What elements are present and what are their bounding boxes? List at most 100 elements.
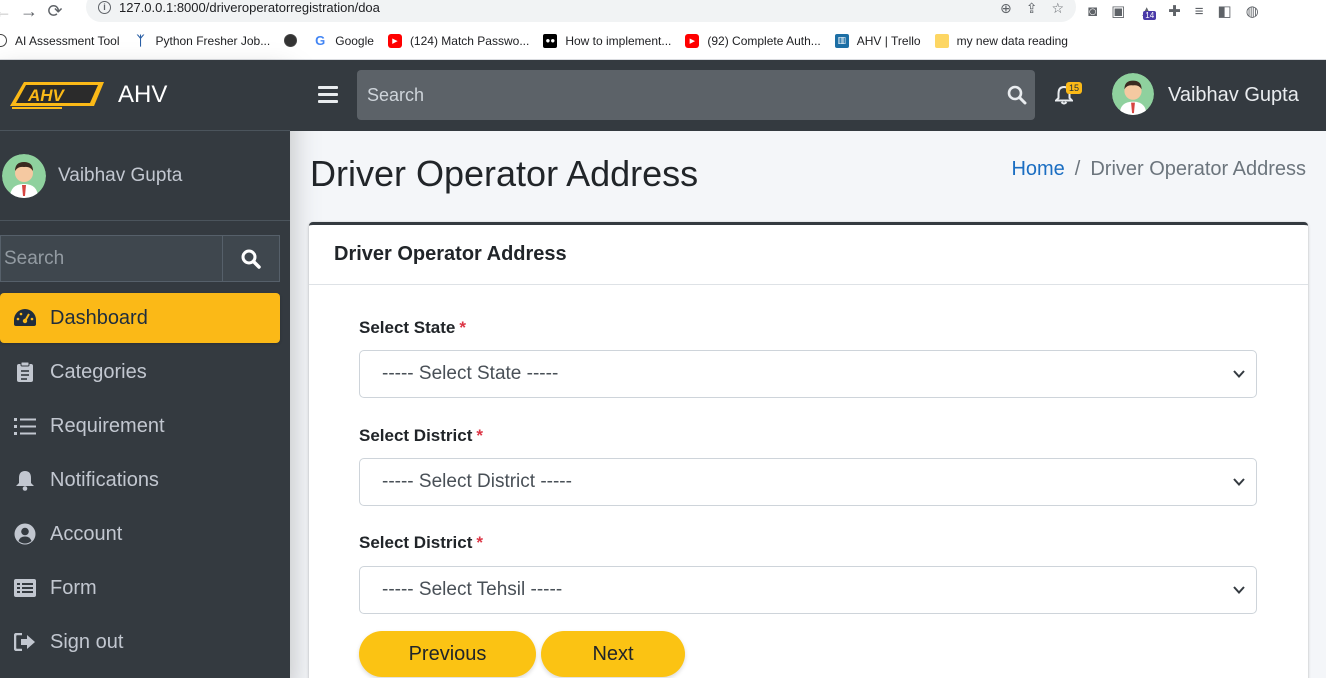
next-button[interactable]: Next bbox=[541, 631, 685, 677]
notification-badge: 15 bbox=[1066, 82, 1083, 94]
youtube-icon: ▶ bbox=[387, 33, 402, 48]
bookmark-label: Google bbox=[335, 33, 374, 48]
breadcrumb: Home / Driver Operator Address bbox=[1011, 158, 1306, 181]
sidebar-item-label: Dashboard bbox=[50, 306, 148, 329]
globe-icon bbox=[0, 34, 7, 47]
media-icon[interactable]: ≡ bbox=[1195, 3, 1204, 20]
bookmark-item[interactable]: my new data reading bbox=[934, 33, 1068, 48]
url-text: 127.0.0.1:8000/driveroperatorregistratio… bbox=[119, 0, 380, 15]
sidebar-item-requirement[interactable]: Requirement bbox=[0, 401, 280, 451]
search-icon[interactable] bbox=[1007, 85, 1027, 105]
bookmark-item[interactable]: ᛉ Python Fresher Job... bbox=[134, 33, 271, 48]
profile-icon[interactable]: ◍ bbox=[1246, 2, 1259, 20]
chevron-down-icon bbox=[1233, 370, 1245, 378]
card-title: Driver Operator Address bbox=[309, 225, 1308, 285]
ahv-logo: AHV bbox=[10, 82, 104, 109]
state-label-text: Select State bbox=[359, 318, 456, 337]
sidebar: AHV AHV Vaibhav Gupta Search Dashboard C… bbox=[0, 60, 290, 678]
medium-icon: ●● bbox=[543, 33, 558, 48]
brand-text: AHV bbox=[118, 81, 168, 108]
sidebar-item-form[interactable]: Form bbox=[0, 563, 280, 613]
navbar-search-input[interactable]: Search bbox=[357, 70, 1035, 120]
python-icon: ᛉ bbox=[136, 33, 145, 48]
brand-link[interactable]: AHV AHV bbox=[0, 60, 290, 131]
list-icon bbox=[12, 414, 38, 438]
sidebar-item-label: Categories bbox=[50, 360, 147, 383]
navbar-search-placeholder: Search bbox=[367, 84, 425, 105]
previous-button[interactable]: Previous bbox=[359, 631, 536, 677]
bookmark-item[interactable]: ▥ AHV | Trello bbox=[834, 33, 921, 48]
state-select-value: ----- Select State ----- bbox=[382, 363, 559, 384]
site-info-icon[interactable]: i bbox=[98, 0, 111, 14]
bookmark-label: How to implement... bbox=[565, 33, 672, 48]
user-panel[interactable]: Vaibhav Gupta bbox=[0, 131, 290, 221]
sidebar-item-label: Account bbox=[50, 522, 123, 545]
back-icon[interactable]: ← bbox=[0, 1, 16, 22]
side-panel-icon[interactable]: ◧ bbox=[1217, 2, 1231, 20]
menu-toggle-icon[interactable] bbox=[318, 86, 338, 104]
extension-icon[interactable]: ▣ bbox=[1111, 2, 1125, 20]
bookmark-label: AHV | Trello bbox=[856, 33, 921, 48]
sidebar-item-label: Sign out bbox=[50, 630, 124, 653]
sidebar-search-button[interactable] bbox=[222, 235, 280, 282]
user-circle-icon bbox=[12, 522, 38, 546]
youtube-icon: ▶ bbox=[685, 33, 700, 48]
address-bar[interactable]: i 127.0.0.1:8000/driveroperatorregistrat… bbox=[86, 0, 1076, 22]
top-navbar: Search 15 Vaibhav Gupta bbox=[290, 60, 1326, 131]
sidebar-item-label: Notifications bbox=[50, 468, 159, 491]
address-form-card: Driver Operator Address Select State * --… bbox=[309, 222, 1308, 678]
sidebar-item-categories[interactable]: Categories bbox=[0, 347, 280, 397]
bookmark-label: (92) Complete Auth... bbox=[707, 33, 821, 48]
puzzle-icon[interactable]: ✚ bbox=[1168, 2, 1181, 20]
bookmark-item[interactable]: G Google bbox=[313, 33, 374, 48]
extension-badge: 14 bbox=[1143, 10, 1157, 20]
sidebar-item-label: Requirement bbox=[50, 414, 165, 437]
clipboard-icon bbox=[12, 360, 38, 384]
dashboard-icon bbox=[12, 306, 38, 330]
sidebar-item-account[interactable]: Account bbox=[0, 509, 280, 559]
trello-icon: ▥ bbox=[834, 33, 849, 48]
form-icon bbox=[12, 576, 38, 600]
required-marker: * bbox=[476, 426, 484, 445]
globe-icon bbox=[284, 34, 298, 47]
bookmark-item[interactable]: ●● How to implement... bbox=[543, 33, 672, 48]
sidebar-item-dashboard[interactable]: Dashboard bbox=[0, 293, 280, 343]
bookmark-star-icon[interactable]: ☆ bbox=[1051, 0, 1064, 17]
sidebar-search: Search bbox=[0, 235, 280, 282]
forward-icon[interactable]: → bbox=[16, 1, 42, 22]
reload-icon[interactable]: ⟳ bbox=[42, 1, 68, 22]
zoom-icon[interactable]: ⊕ bbox=[1000, 0, 1012, 17]
svg-text:AHV: AHV bbox=[27, 86, 66, 105]
sidebar-user-name: Vaibhav Gupta bbox=[58, 164, 183, 186]
tehsil-select-value: ----- Select Tehsil ----- bbox=[382, 579, 563, 600]
state-select[interactable]: ----- Select State ----- bbox=[359, 350, 1257, 398]
bookmark-item[interactable]: ▶ (92) Complete Auth... bbox=[685, 33, 821, 48]
chevron-down-icon bbox=[1233, 586, 1245, 594]
sidebar-search-input[interactable]: Search bbox=[0, 235, 222, 282]
tehsil-select[interactable]: ----- Select Tehsil ----- bbox=[359, 566, 1257, 614]
navbar-user-name[interactable]: Vaibhav Gupta bbox=[1168, 84, 1299, 107]
user-avatar bbox=[2, 153, 46, 198]
bookmark-label: Python Fresher Job... bbox=[155, 33, 271, 48]
browser-toolbar: ← → ⟳ i 127.0.0.1:8000/driveroperatorreg… bbox=[0, 0, 1326, 22]
chevron-down-icon bbox=[1233, 478, 1245, 486]
search-icon bbox=[241, 249, 261, 269]
bell-icon bbox=[12, 468, 38, 492]
bookmarks-bar: AI Assessment Tool ᛉ Python Fresher Job..… bbox=[0, 22, 1326, 60]
camera-extension-icon[interactable]: ◙ bbox=[1088, 3, 1097, 20]
breadcrumb-separator: / bbox=[1074, 158, 1081, 180]
bookmark-item[interactable]: ▶ (124) Match Passwo... bbox=[387, 33, 529, 48]
tehsil-label: Select District * bbox=[359, 533, 483, 553]
share-icon[interactable]: ⇪ bbox=[1026, 0, 1038, 17]
navbar-user-avatar[interactable] bbox=[1112, 73, 1154, 115]
sidebar-item-sign-out[interactable]: Sign out bbox=[0, 617, 280, 667]
bookmark-item[interactable] bbox=[284, 34, 305, 47]
breadcrumb-home-link[interactable]: Home bbox=[1011, 158, 1064, 181]
sidebar-item-notifications[interactable]: Notifications bbox=[0, 455, 280, 505]
page-title: Driver Operator Address bbox=[310, 153, 699, 194]
graduation-extension-icon[interactable]: ▲14 bbox=[1139, 3, 1157, 20]
required-marker: * bbox=[476, 533, 484, 552]
district-select-value: ----- Select District ----- bbox=[382, 471, 572, 492]
bookmark-item[interactable]: AI Assessment Tool bbox=[0, 34, 120, 48]
district-select[interactable]: ----- Select District ----- bbox=[359, 458, 1257, 506]
